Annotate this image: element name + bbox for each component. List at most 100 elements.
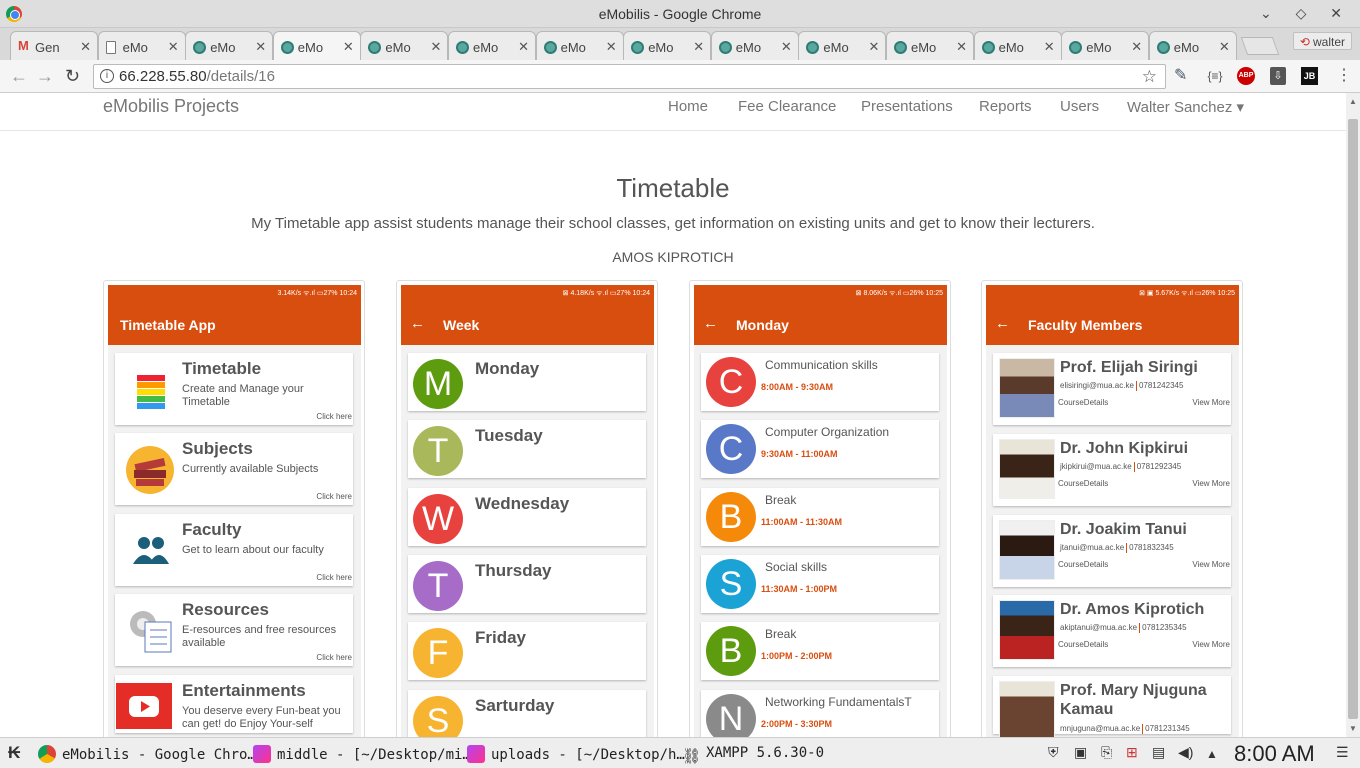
tab-close-icon[interactable]: ✕ xyxy=(606,39,617,55)
faculty-card[interactable]: Dr. Joakim Tanui jtanui@mua.ac.ke 07818323… xyxy=(993,514,1231,587)
forward-arrow-icon[interactable]: → xyxy=(36,66,54,87)
nav-home[interactable]: Home xyxy=(668,98,708,115)
tab-1[interactable]: M Gen ✕ xyxy=(10,31,98,60)
kde-menu-icon[interactable]: ₭ xyxy=(8,743,20,763)
menu-card-subjects[interactable]: Subjects Currently available Subjects Clic… xyxy=(115,433,353,505)
faculty-card[interactable]: Prof. Mary Njuguna Kamau mnjuguna@mua.ac.… xyxy=(993,676,1231,737)
lesson-row[interactable]: N Networking FundamentalsT 2:00PM - 3:30PM xyxy=(701,689,939,737)
tab-9[interactable]: eMo ✕ xyxy=(710,31,799,60)
tab-close-icon[interactable]: ✕ xyxy=(781,39,792,55)
taskbar-item-xampp[interactable]: ⛓ XAMPP 5.6.30-0 xyxy=(682,745,824,765)
tab-close-icon[interactable]: ✕ xyxy=(168,39,179,55)
bookmark-star-icon[interactable]: ☆ xyxy=(1142,67,1157,87)
site-info-icon[interactable]: i xyxy=(100,69,114,83)
faculty-card[interactable]: Dr. Amos Kiprotich akiptanui@mua.ac.ke 078… xyxy=(993,595,1231,668)
window-controls[interactable]: ⌄ ◇ ✕ xyxy=(1260,5,1352,22)
battery-tray-icon[interactable]: ⊞ xyxy=(1126,744,1138,761)
tab-8[interactable]: eMo ✕ xyxy=(623,31,712,60)
tab-close-icon[interactable]: ✕ xyxy=(693,39,704,55)
day-row-sarturday[interactable]: S Sarturday xyxy=(408,689,646,737)
lesson-row[interactable]: B Break 1:00PM - 2:00PM xyxy=(701,622,939,681)
day-row-tuesday[interactable]: T Tuesday xyxy=(408,420,646,479)
shield-tray-icon[interactable]: ⛨ xyxy=(1048,744,1059,761)
tab-3[interactable]: eMo ✕ xyxy=(185,31,274,60)
scrollbar-thumb[interactable] xyxy=(1348,119,1358,719)
day-row-thursday[interactable]: T Thursday xyxy=(408,554,646,613)
click-here-link[interactable]: Click here xyxy=(316,573,352,582)
tab-14[interactable]: eMo ✕ xyxy=(1148,31,1237,60)
view-more-link[interactable]: View More xyxy=(1192,479,1230,488)
course-details-link[interactable]: CourseDetails xyxy=(1058,398,1108,407)
faculty-card[interactable]: Prof. Elijah Siringi elisiringi@mua.ac.ke… xyxy=(993,353,1231,425)
tab-11[interactable]: eMo ✕ xyxy=(886,31,974,60)
tab-close-icon[interactable]: ✕ xyxy=(343,39,354,55)
nav-reports[interactable]: Reports xyxy=(979,98,1032,115)
tab-close-icon[interactable]: ✕ xyxy=(1044,39,1055,55)
click-here-link[interactable]: Click here xyxy=(316,492,352,501)
menu-card-faculty[interactable]: Faculty Get to learn about our faculty Cli… xyxy=(115,514,353,586)
device-tray-icon[interactable]: ⎘ xyxy=(1101,744,1112,761)
menu-card-resources[interactable]: Resources E-resources and free resources … xyxy=(115,594,353,666)
tab-13[interactable]: eMo ✕ xyxy=(1061,31,1150,60)
tab-10[interactable]: eMo ✕ xyxy=(798,31,887,60)
tab-12[interactable]: eMo ✕ xyxy=(973,31,1062,60)
scroll-down-icon[interactable]: ▼ xyxy=(1349,724,1357,733)
page-scrollbar[interactable]: ▲ ▼ xyxy=(1346,93,1360,737)
tab-2[interactable]: eMo ✕ xyxy=(97,31,186,60)
tab-close-icon[interactable]: ✕ xyxy=(518,39,529,55)
course-details-link[interactable]: CourseDetails xyxy=(1058,560,1108,569)
tab-close-icon[interactable]: ✕ xyxy=(1219,39,1230,55)
nav-users[interactable]: Users xyxy=(1060,98,1099,115)
tab-close-icon[interactable]: ✕ xyxy=(1131,39,1142,55)
lesson-row[interactable]: S Social skills 11:30AM - 1:00PM xyxy=(701,554,939,613)
nav-user-menu[interactable]: Walter Sanchez ▾ xyxy=(1127,98,1244,116)
address-bar[interactable]: i 66.228.55.80/details/16 ☆ xyxy=(93,64,1166,89)
clipboard-tray-icon[interactable]: ▤ xyxy=(1152,744,1165,761)
faculty-card[interactable]: Dr. John Kipkirui jkipkirui@mua.ac.ke 0781… xyxy=(993,433,1231,506)
tab-close-icon[interactable]: ✕ xyxy=(255,39,266,55)
adblock-plus-icon[interactable]: ABP xyxy=(1237,67,1255,85)
back-arrow-icon[interactable]: ← xyxy=(10,66,28,87)
day-row-friday[interactable]: F Friday xyxy=(408,622,646,681)
nav-fee-clearance[interactable]: Fee Clearance xyxy=(738,98,836,115)
tab-close-icon[interactable]: ✕ xyxy=(956,39,967,55)
lesson-row[interactable]: B Break 11:00AM - 11:30AM xyxy=(701,487,939,546)
tab-close-icon[interactable]: ✕ xyxy=(868,39,879,55)
display-tray-icon[interactable]: ▣ xyxy=(1074,744,1087,761)
json-extension-icon[interactable]: {≡} xyxy=(1205,67,1225,85)
scroll-up-icon[interactable]: ▲ xyxy=(1349,97,1357,106)
tab-7[interactable]: eMo ✕ xyxy=(535,31,624,60)
lesson-row[interactable]: C Computer Organization 9:30AM - 11:00AM xyxy=(701,420,939,479)
tab-5[interactable]: eMo ✕ xyxy=(360,31,449,60)
taskbar-item-phpstorm-uploads[interactable]: uploads - [~/Desktop/h… xyxy=(467,745,685,763)
course-details-link[interactable]: CourseDetails xyxy=(1058,640,1108,649)
taskbar-item-chrome[interactable]: eMobilis - Google Chro… xyxy=(38,745,256,763)
lesson-row[interactable]: C Communication skills 8:00AM - 9:30AM xyxy=(701,353,939,411)
volume-tray-icon[interactable]: ◀) xyxy=(1178,744,1193,761)
reload-icon[interactable]: ↻ xyxy=(65,66,80,87)
click-here-link[interactable]: Click here xyxy=(316,412,352,421)
view-more-link[interactable]: View More xyxy=(1192,560,1230,569)
download-extension-icon[interactable]: ⇩ xyxy=(1270,67,1286,85)
day-row-wednesday[interactable]: W Wednesday xyxy=(408,487,646,546)
view-more-link[interactable]: View More xyxy=(1192,398,1230,407)
show-desktop-icon[interactable]: ☰ xyxy=(1336,744,1349,761)
menu-card-timetable[interactable]: Timetable Create and Manage your Timetabl… xyxy=(115,353,353,425)
profile-button[interactable]: ⟲ walter xyxy=(1292,32,1352,50)
tab-6[interactable]: eMo ✕ xyxy=(448,31,536,60)
day-row-monday[interactable]: M Monday xyxy=(408,353,646,411)
taskbar-item-phpstorm-middle[interactable]: middle - [~/Desktop/mi… xyxy=(253,745,471,763)
view-more-link[interactable]: View More xyxy=(1192,640,1230,649)
site-brand[interactable]: eMobilis Projects xyxy=(103,96,239,117)
tray-expand-icon[interactable]: ▲ xyxy=(1206,747,1218,761)
jetbrains-extension-icon[interactable]: JB xyxy=(1301,67,1318,85)
new-tab-button[interactable] xyxy=(1240,37,1280,55)
tab-close-icon[interactable]: ✕ xyxy=(430,39,441,55)
click-here-link[interactable]: Click here xyxy=(316,653,352,662)
eyedropper-extension-icon[interactable]: ✎ xyxy=(1174,67,1187,85)
chrome-menu-icon[interactable]: ⋮ xyxy=(1336,67,1352,85)
menu-card-entertainments[interactable]: Entertainments You deserve every Fun-beat… xyxy=(115,675,353,733)
tab-4[interactable]: eMo ✕ xyxy=(272,31,361,60)
tab-close-icon[interactable]: ✕ xyxy=(80,39,91,55)
course-details-link[interactable]: CourseDetails xyxy=(1058,479,1108,488)
